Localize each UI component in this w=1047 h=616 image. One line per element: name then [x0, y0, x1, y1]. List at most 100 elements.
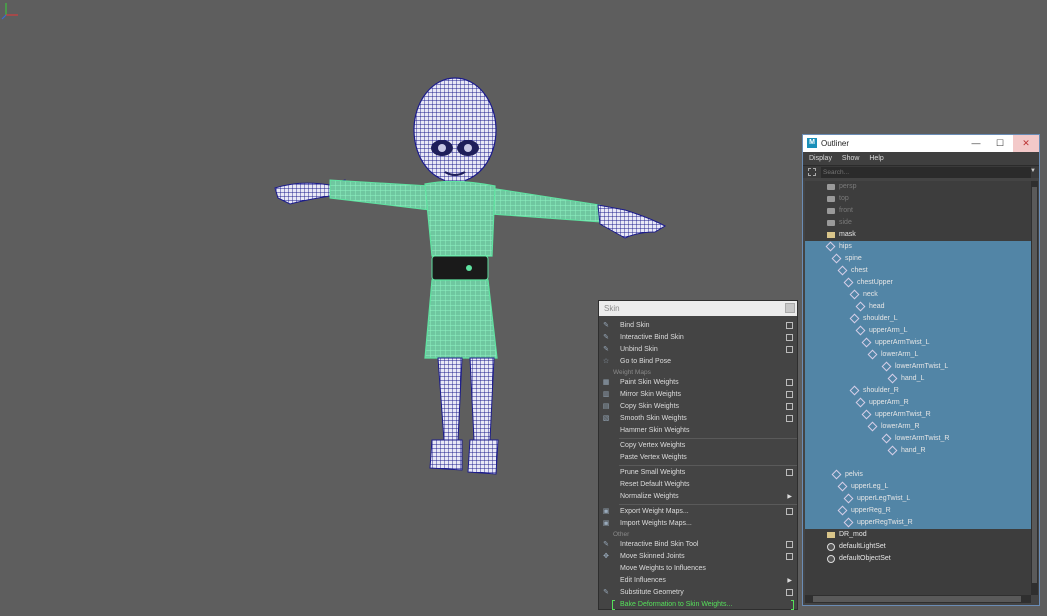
option-box-icon[interactable] [786, 403, 793, 410]
menu-item-paste-vertex-weights[interactable]: Paste Vertex Weights [599, 452, 797, 464]
tree-item-shoulder-R[interactable]: shoulder_R [805, 385, 1031, 397]
menu-item-copy-vertex-weights[interactable]: Copy Vertex Weights [599, 440, 797, 452]
menu-item-copy-skin-weights[interactable]: ▤ Copy Skin Weights [599, 401, 797, 413]
tree-item-lowerArmTwist-L[interactable]: lowerArmTwist_L [805, 361, 1031, 373]
tree-item-DR-mod[interactable]: DR_mod [805, 529, 1031, 541]
menu-item-paint-skin-weights[interactable]: ▦ Paint Skin Weights [599, 377, 797, 389]
menu-item-go-to-bind-pose[interactable]: ☆ Go to Bind Pose [599, 356, 797, 368]
mirror-weights-icon: ▥ [602, 391, 610, 398]
tree-item-upperArmTwist-L[interactable]: upperArmTwist_L [805, 337, 1031, 349]
smooth-weights-icon: ▧ [602, 415, 610, 422]
tree-item-mask[interactable]: mask [805, 229, 1031, 241]
menu-divider [619, 438, 797, 439]
option-box-icon[interactable] [786, 589, 793, 596]
close-button[interactable]: ✕ [1013, 135, 1039, 152]
menu-help[interactable]: Help [869, 155, 883, 162]
option-box-icon[interactable] [786, 322, 793, 329]
menu-item-edit-influences[interactable]: Edit Influences ▶ [599, 575, 797, 587]
menu-item-unbind-skin[interactable]: ✎ Unbind Skin [599, 344, 797, 356]
tree-item-chestUpper[interactable]: chestUpper [805, 277, 1031, 289]
tear-off-icon[interactable] [785, 303, 795, 313]
bind-pose-icon: ☆ [602, 358, 610, 365]
joint-icon [855, 301, 866, 312]
menu-item-interactive-bind-skin[interactable]: ✎ Interactive Bind Skin [599, 332, 797, 344]
option-box-icon[interactable] [786, 334, 793, 341]
option-box-icon[interactable] [786, 379, 793, 386]
tree-item-shoulder-L[interactable]: shoulder_L [805, 313, 1031, 325]
outliner-search-bar: ▼ [803, 165, 1039, 178]
tree-item-lowerArm-L[interactable]: lowerArm_L [805, 349, 1031, 361]
camera-icon [827, 196, 835, 202]
menu-item-import-weights-maps[interactable]: ▣ Import Weights Maps... [599, 518, 797, 530]
tree-item-upperRegTwist-R[interactable]: upperRegTwist_R [805, 517, 1031, 529]
tree-item-defaultLightSet[interactable]: defaultLightSet [805, 541, 1031, 553]
scrollbar-thumb[interactable] [813, 596, 1021, 602]
menu-item-export-weight-maps[interactable]: ▣ Export Weight Maps... [599, 506, 797, 518]
outliner-titlebar[interactable]: M Outliner — ☐ ✕ [803, 135, 1039, 152]
option-box-icon[interactable] [786, 541, 793, 548]
tree-item-front[interactable]: front [805, 205, 1031, 217]
tree-item-lowerArmTwist-R[interactable]: lowerArmTwist_R [805, 433, 1031, 445]
maximize-button[interactable]: ☐ [989, 135, 1011, 152]
minimize-button[interactable]: — [965, 135, 987, 152]
select-filter-icon[interactable] [808, 168, 816, 176]
joint-icon [843, 517, 854, 528]
menu-item-bake-deformation[interactable]: Bake Deformation to Skin Weights... [599, 599, 797, 611]
vertical-scrollbar[interactable] [1031, 181, 1038, 595]
menu-item-move-weights-to-influences[interactable]: Move Weights to Influences [599, 563, 797, 575]
menu-item-prune-small-weights[interactable]: Prune Small Weights [599, 467, 797, 479]
outliner-tree: persp top front side mask hips spine che… [805, 181, 1031, 595]
menu-display[interactable]: Display [809, 155, 832, 162]
joint-icon [837, 505, 848, 516]
tree-item-upperLeg-L[interactable]: upperLeg_L [805, 481, 1031, 493]
skin-menu-title: Skin [599, 301, 797, 316]
tree-item-head[interactable]: head [805, 301, 1031, 313]
menu-item-substitute-geometry[interactable]: ✎ Substitute Geometry [599, 587, 797, 599]
option-box-icon[interactable] [786, 391, 793, 398]
tree-item-defaultObjectSet[interactable]: defaultObjectSet [805, 553, 1031, 565]
tree-item-upperArm-R[interactable]: upperArm_R [805, 397, 1031, 409]
tree-item-persp[interactable]: persp [805, 181, 1031, 193]
search-input[interactable] [821, 167, 1031, 178]
option-box-icon[interactable] [786, 553, 793, 560]
scrollbar-thumb[interactable] [1032, 187, 1037, 583]
joint-icon [849, 385, 860, 396]
tree-item-upperReg-R[interactable]: upperReg_R [805, 505, 1031, 517]
tree-item-upperArmTwist-R[interactable]: upperArmTwist_R [805, 409, 1031, 421]
joint-icon [881, 361, 892, 372]
joint-icon [855, 397, 866, 408]
tree-item-upperArm-L[interactable]: upperArm_L [805, 325, 1031, 337]
option-box-icon[interactable] [786, 346, 793, 353]
tree-item-hand-L[interactable]: hand_L [805, 373, 1031, 385]
highlight-bracket-left [612, 600, 615, 610]
menu-item-move-skinned-joints[interactable]: ✥ Move Skinned Joints [599, 551, 797, 563]
tree-item-upperLegTwist-L[interactable]: upperLegTwist_L [805, 493, 1031, 505]
menu-item-smooth-skin-weights[interactable]: ▧ Smooth Skin Weights [599, 413, 797, 425]
tree-item-hips[interactable]: hips [805, 241, 1031, 253]
joint-icon [861, 409, 872, 420]
option-box-icon[interactable] [786, 415, 793, 422]
menu-item-reset-default-weights[interactable]: Reset Default Weights [599, 479, 797, 491]
tree-item-top[interactable]: top [805, 193, 1031, 205]
tree-item-chest[interactable]: chest [805, 265, 1031, 277]
joint-icon [849, 289, 860, 300]
tree-item-spacer [805, 457, 1031, 469]
menu-show[interactable]: Show [842, 155, 860, 162]
tree-item-spine[interactable]: spine [805, 253, 1031, 265]
tree-item-hand-R[interactable]: hand_R [805, 445, 1031, 457]
set-icon [827, 555, 835, 563]
tree-item-lowerArm-R[interactable]: lowerArm_R [805, 421, 1031, 433]
menu-item-bind-skin[interactable]: ✎ Bind Skin [599, 320, 797, 332]
menu-item-normalize-weights[interactable]: Normalize Weights ▶ [599, 491, 797, 503]
menu-item-hammer-skin-weights[interactable]: Hammer Skin Weights [599, 425, 797, 437]
tree-item-side[interactable]: side [805, 217, 1031, 229]
horizontal-scrollbar[interactable] [805, 595, 1031, 603]
chevron-down-icon[interactable]: ▼ [1030, 168, 1036, 174]
transform-icon [827, 232, 835, 238]
tree-item-neck[interactable]: neck [805, 289, 1031, 301]
option-box-icon[interactable] [786, 469, 793, 476]
option-box-icon[interactable] [786, 508, 793, 515]
tree-item-pelvis[interactable]: pelvis [805, 469, 1031, 481]
menu-item-mirror-skin-weights[interactable]: ▥ Mirror Skin Weights [599, 389, 797, 401]
menu-item-interactive-bind-skin-tool[interactable]: ✎ Interactive Bind Skin Tool [599, 539, 797, 551]
